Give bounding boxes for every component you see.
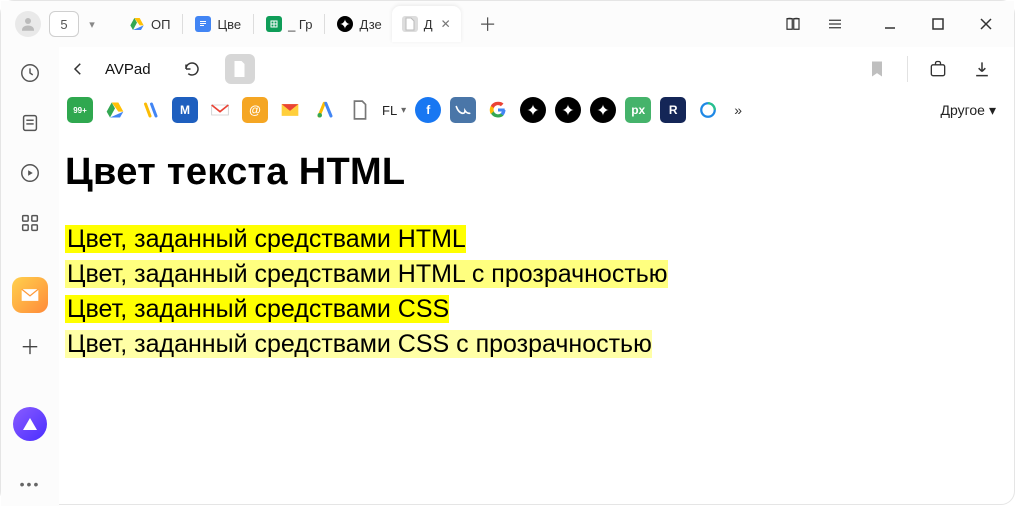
reload-button[interactable] [177,54,207,84]
tab-label: Д [424,17,433,32]
bookmark-zen3-icon[interactable] [590,97,616,123]
window-controls [868,3,1008,45]
media-icon[interactable] [12,155,48,191]
bookmark-gmail-icon[interactable] [207,97,233,123]
back-button[interactable] [63,54,93,84]
tab-drive[interactable]: ОП [119,6,180,42]
bookmarks-bar: 99+ М @ FL ▾ [59,91,1014,129]
minimize-button[interactable] [868,3,912,45]
bookmark-zen2-icon[interactable] [555,97,581,123]
sample-row: Цвет, заданный средствами HTML [65,225,466,253]
docs-icon [195,16,211,32]
page-icon [402,16,418,32]
sample-row: Цвет, заданный средствами CSS с прозрачн… [65,330,652,358]
bookmark-r-icon[interactable]: R [660,97,686,123]
sheets-icon [266,16,282,32]
apps-grid-icon[interactable] [12,205,48,241]
bookmark-google-icon[interactable] [485,97,511,123]
close-window-button[interactable] [964,3,1008,45]
sidebar-more-icon[interactable]: ••• [20,476,41,492]
downloads-icon[interactable] [968,55,996,83]
bookmark-pexels-icon[interactable]: px [625,97,651,123]
bookmark-ymail-icon[interactable] [277,97,303,123]
bookmarks-other-folder[interactable]: Другое ▾ [940,102,996,119]
bookmark-drive-icon[interactable] [102,97,128,123]
tab-docs[interactable]: Цве [185,6,251,42]
bookmark-icon[interactable] [863,55,891,83]
tab-counter-dropdown[interactable]: ▾ [81,11,103,37]
page-content: Цвет текста HTML Цвет, заданный средства… [59,129,1014,506]
file-page-icon[interactable] [225,54,255,84]
tab-label: ОП [151,17,170,32]
bookmark-vk-icon[interactable] [450,97,476,123]
profile-avatar[interactable] [15,11,41,37]
tab-label: _ Гр [288,17,312,32]
mail-icon[interactable] [12,277,48,313]
bookshelf-icon[interactable] [776,7,810,41]
tab-counter-group: 5 ▾ [49,11,103,37]
bookmark-fl-label: FL [382,103,397,118]
bookmark-fl[interactable]: FL ▾ [382,103,406,118]
tab-active[interactable]: Д ✕ [392,6,461,42]
bookmark-facebook-icon[interactable]: f [415,97,441,123]
tab-zen[interactable]: Дзе [327,6,391,42]
bookmarks-overflow[interactable]: » [734,102,742,118]
maximize-button[interactable] [916,3,960,45]
address-title[interactable]: AVPad [105,61,151,78]
tab-label: Дзе [359,17,381,32]
bookmark-edge-icon[interactable] [695,97,721,123]
notes-icon[interactable] [12,105,48,141]
bookmark-zen1-icon[interactable] [520,97,546,123]
add-panel-button[interactable]: ＋ [12,327,48,363]
bookmark-doc-icon[interactable] [347,97,373,123]
bookmark-mailru-icon[interactable]: М [172,97,198,123]
history-icon[interactable] [12,55,48,91]
sidebar: ＋ ••• [1,47,59,506]
bookmark-ymail-at-icon[interactable]: @ [242,97,268,123]
zen-icon [337,16,353,32]
svg-text:99+: 99+ [73,106,87,115]
address-bar: AVPad [59,47,1014,91]
tab-close-button[interactable]: ✕ [441,17,451,31]
drive-icon [129,16,145,32]
chevron-down-icon: ▾ [989,102,996,119]
alice-icon[interactable] [13,407,47,441]
main: AVPad [59,47,1014,506]
tabstrip: ОП Цве _ Гр Дзе Д ✕ [119,1,505,47]
extensions-icon[interactable] [924,55,952,83]
bookmark-adsense-icon[interactable] [137,97,163,123]
bookmark-badge-99[interactable]: 99+ [67,97,93,123]
tab-counter[interactable]: 5 [49,11,79,37]
tab-sheets[interactable]: _ Гр [256,6,322,42]
bookmark-gads-icon[interactable] [312,97,338,123]
chevron-down-icon: ▾ [401,105,406,116]
titlebar: 5 ▾ ОП Цве _ Гр Дзе [1,1,1014,47]
page-heading: Цвет текста HTML [65,151,1008,194]
menu-icon[interactable] [818,7,852,41]
sample-row: Цвет, заданный средствами HTML с прозрач… [65,260,668,288]
bookmarks-other-label: Другое [940,102,984,118]
tab-label: Цве [217,17,241,32]
new-tab-button[interactable]: ＋ [471,7,505,41]
sample-row: Цвет, заданный средствами CSS [65,295,449,323]
